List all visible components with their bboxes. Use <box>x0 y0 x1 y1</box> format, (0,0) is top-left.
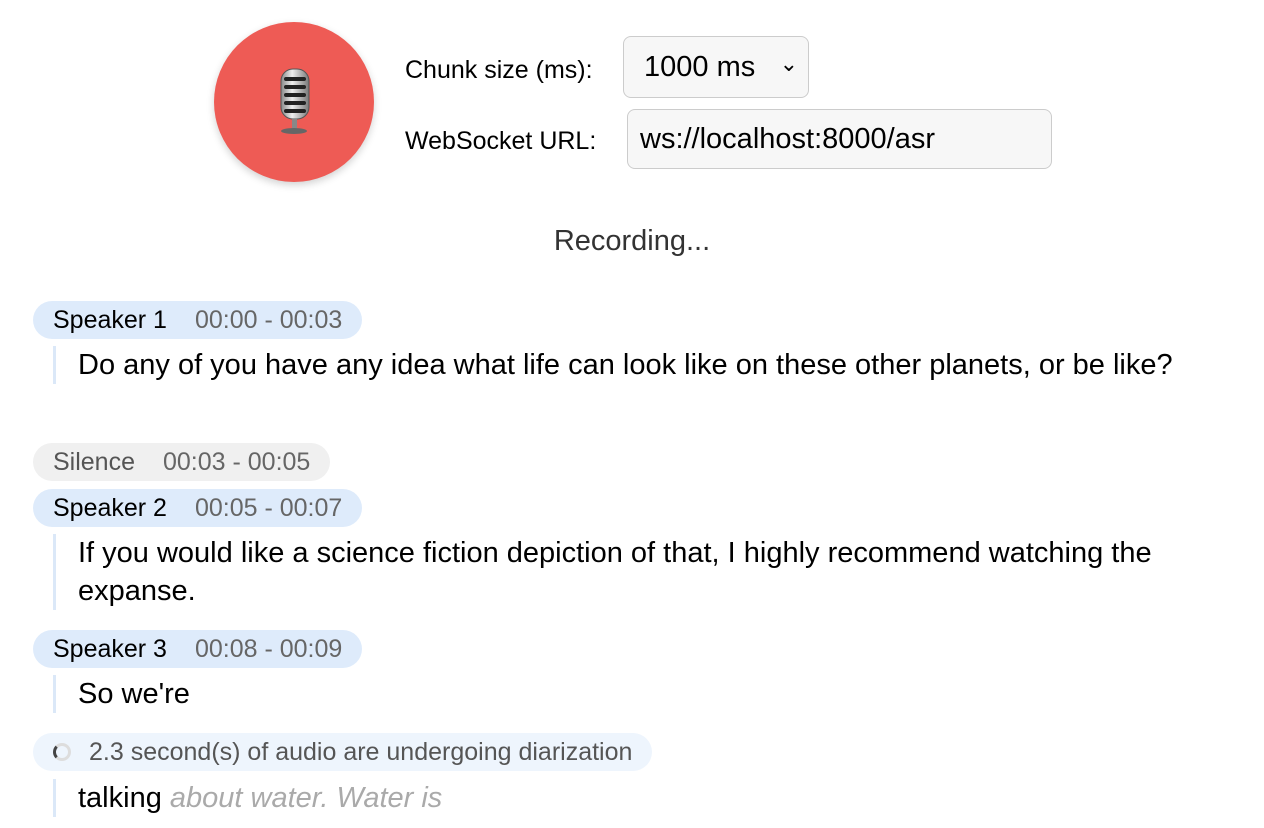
silence-badge: Silence 00:03 - 00:05 <box>33 443 331 481</box>
loading-spinner-icon <box>53 743 71 761</box>
transcript-text: Do any of you have any idea what life ca… <box>53 346 1228 384</box>
speaker-name: Speaker 3 <box>53 634 167 663</box>
speaker-badge: Speaker 1 00:00 - 00:03 <box>33 301 363 339</box>
speaker-badge: Speaker 3 00:08 - 00:09 <box>33 630 363 668</box>
speaker-time: 00:05 - 00:07 <box>194 493 343 522</box>
speaker-name: Speaker 2 <box>53 493 167 522</box>
studio-microphone-icon <box>280 68 310 134</box>
silence-label: Silence <box>53 447 135 476</box>
transcript-text: So we're <box>53 675 1228 713</box>
websocket-url-input[interactable]: ws://localhost:8000/asr <box>627 109 1052 169</box>
speaker-time: 00:08 - 00:09 <box>194 634 343 663</box>
speaker-time: 00:00 - 00:03 <box>194 305 343 334</box>
diarization-message: 2.3 second(s) of audio are undergoing di… <box>89 737 633 766</box>
speaker-name: Speaker 1 <box>53 305 167 334</box>
transcript-text-pending: talking about water. Water is <box>53 779 1228 817</box>
chunk-size-select[interactable]: 1000 ms ⌄ <box>623 36 809 98</box>
websocket-url-label: WebSocket URL: <box>405 127 597 155</box>
pending-text: talking <box>78 782 162 814</box>
chunk-size-label: Chunk size (ms): <box>405 56 593 84</box>
recording-status: Recording... <box>553 225 711 257</box>
record-button[interactable] <box>214 22 374 182</box>
speaker-badge: Speaker 2 00:05 - 00:07 <box>33 489 363 527</box>
chunk-size-value: 1000 ms <box>644 50 756 83</box>
transcript-text: If you would like a science fiction depi… <box>53 534 1228 610</box>
diarization-status: 2.3 second(s) of audio are undergoing di… <box>33 733 653 771</box>
silence-time: 00:03 - 00:05 <box>163 447 311 476</box>
chevron-down-icon: ⌄ <box>779 51 798 76</box>
buffer-text: about water. Water is <box>169 782 443 814</box>
